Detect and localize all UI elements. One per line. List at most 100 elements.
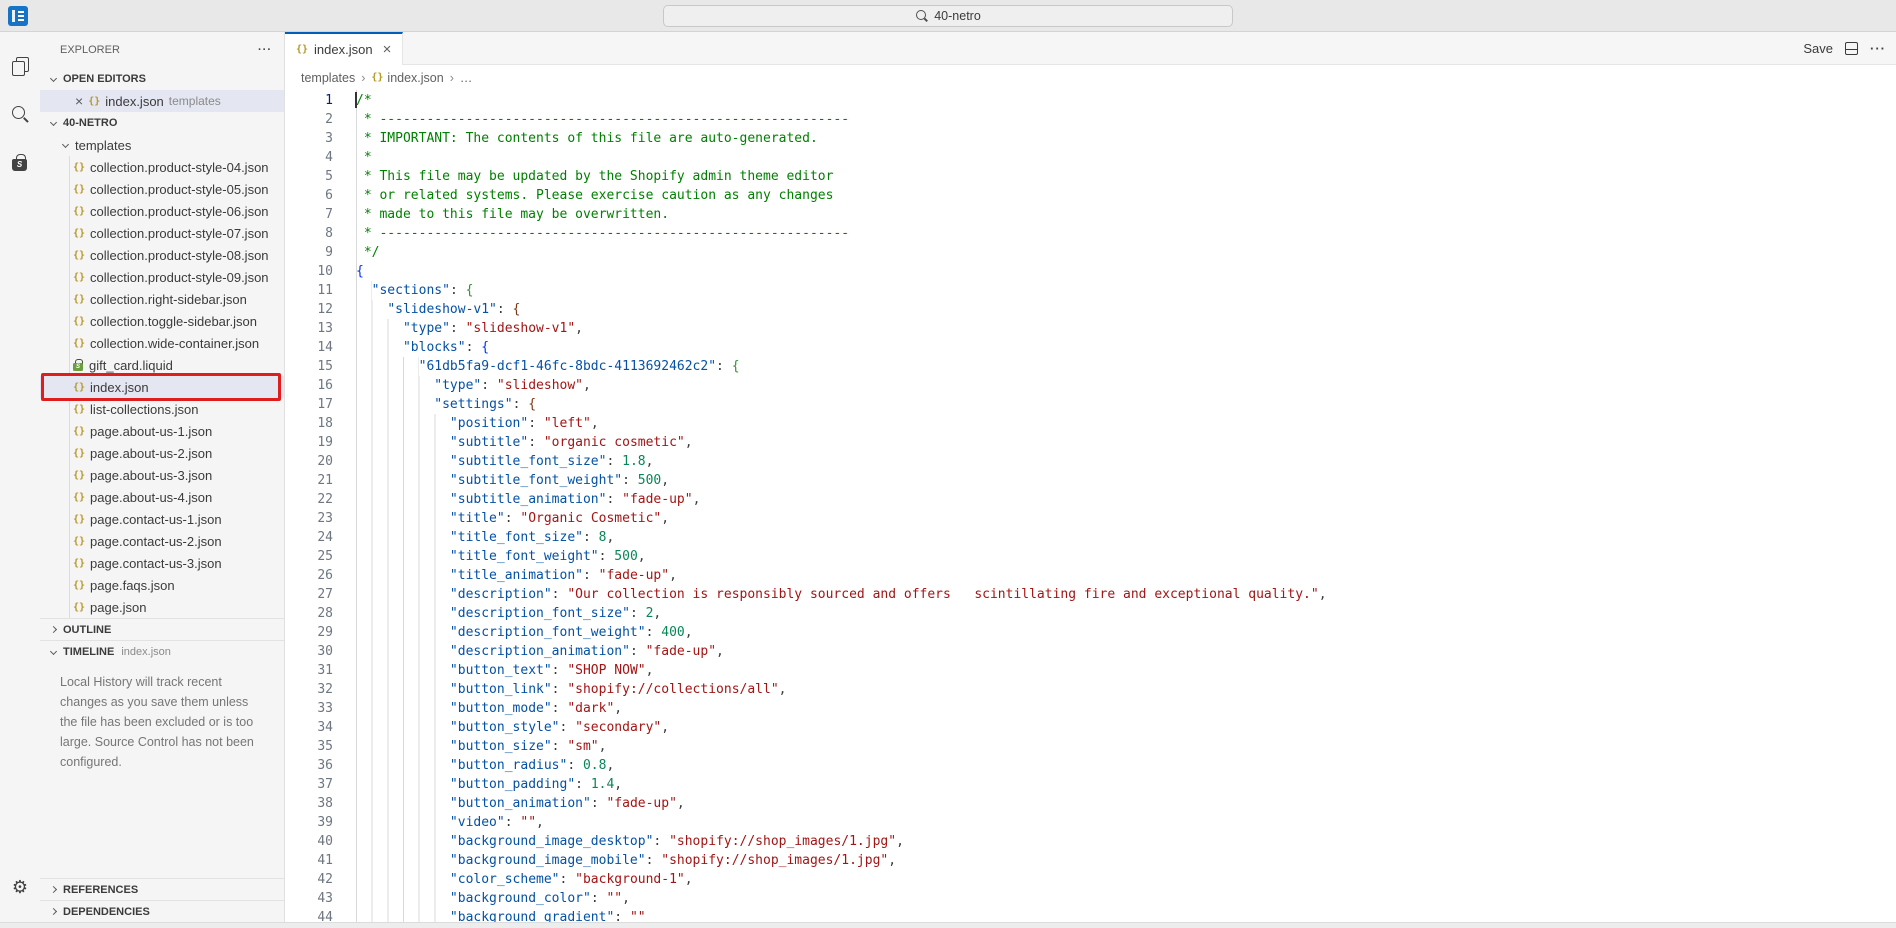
file-item-gift_card.liquid[interactable]: Sgift_card.liquid (40, 354, 284, 376)
line-number: 41 (285, 851, 333, 870)
code-line[interactable]: 18 "position": "left", (285, 414, 1896, 433)
search-view-button[interactable] (0, 90, 40, 138)
code-line[interactable]: 28 "description_font_size": 2, (285, 604, 1896, 623)
file-item-index.json[interactable]: {}index.json (40, 376, 284, 398)
timeline-header[interactable]: TIMELINE index.json (40, 640, 284, 662)
file-item-page.contact-us-3.json[interactable]: {}page.contact-us-3.json (40, 552, 284, 574)
file-item-page.about-us-3.json[interactable]: {}page.about-us-3.json (40, 464, 284, 486)
code-line[interactable]: 19 "subtitle": "organic cosmetic", (285, 433, 1896, 452)
code-line[interactable]: 10{ (285, 262, 1896, 281)
settings-button[interactable]: ⚙ (0, 864, 40, 912)
code-line[interactable]: 4 * (285, 148, 1896, 167)
code-line[interactable]: 42 "color_scheme": "background-1", (285, 870, 1896, 889)
code-line[interactable]: 13 "type": "slideshow-v1", (285, 319, 1896, 338)
json-file-icon: {} (73, 272, 85, 283)
explorer-more-actions-icon[interactable]: ··· (258, 44, 272, 56)
code-line[interactable]: 20 "subtitle_font_size": 1.8, (285, 452, 1896, 471)
folder-templates[interactable]: templates (40, 134, 284, 156)
explorer-view-button[interactable] (0, 42, 40, 90)
file-item-page.contact-us-1.json[interactable]: {}page.contact-us-1.json (40, 508, 284, 530)
code-line[interactable]: 34 "button_style": "secondary", (285, 718, 1896, 737)
code-line[interactable]: 22 "subtitle_animation": "fade-up", (285, 490, 1896, 509)
dependencies-header[interactable]: DEPENDENCIES (40, 900, 284, 922)
outline-header[interactable]: OUTLINE (40, 618, 284, 640)
file-item-page.about-us-4.json[interactable]: {}page.about-us-4.json (40, 486, 284, 508)
file-item-collection.product-style-05.json[interactable]: {}collection.product-style-05.json (40, 178, 284, 200)
code-line[interactable]: 29 "description_font_weight": 400, (285, 623, 1896, 642)
close-icon[interactable]: × (75, 94, 83, 108)
file-item-collection.right-sidebar.json[interactable]: {}collection.right-sidebar.json (40, 288, 284, 310)
code-line[interactable]: 26 "title_animation": "fade-up", (285, 566, 1896, 585)
app-logo-icon[interactable] (8, 6, 28, 26)
file-name: collection.product-style-05.json (90, 182, 268, 197)
file-item-collection.product-style-04.json[interactable]: {}collection.product-style-04.json (40, 156, 284, 178)
file-item-page.json[interactable]: {}page.json (40, 596, 284, 618)
code-line[interactable]: 21 "subtitle_font_weight": 500, (285, 471, 1896, 490)
line-number: 43 (285, 889, 333, 908)
code-line[interactable]: 6 * or related systems. Please exercise … (285, 186, 1896, 205)
code-editor[interactable]: 1/*2 * ---------------------------------… (285, 90, 1896, 922)
file-item-page.about-us-2.json[interactable]: {}page.about-us-2.json (40, 442, 284, 464)
editor-more-actions-icon[interactable]: ··· (1870, 41, 1886, 56)
breadcrumb-file[interactable]: {} index.json (371, 71, 443, 85)
tab-index-json[interactable]: {} index.json × (285, 32, 403, 65)
code-line[interactable]: 40 "background_image_desktop": "shopify:… (285, 832, 1896, 851)
code-line[interactable]: 31 "button_text": "SHOP NOW", (285, 661, 1896, 680)
code-line[interactable]: 38 "button_animation": "fade-up", (285, 794, 1896, 813)
file-item-collection.toggle-sidebar.json[interactable]: {}collection.toggle-sidebar.json (40, 310, 284, 332)
open-editor-item-index-json[interactable]: × {} index.json templates (40, 90, 284, 112)
file-item-collection.wide-container.json[interactable]: {}collection.wide-container.json (40, 332, 284, 354)
split-editor-icon[interactable] (1845, 42, 1858, 55)
code-line[interactable]: 23 "title": "Organic Cosmetic", (285, 509, 1896, 528)
code-line[interactable]: 17 "settings": { (285, 395, 1896, 414)
code-line[interactable]: 41 "background_image_mobile": "shopify:/… (285, 851, 1896, 870)
code-line[interactable]: 43 "background_color": "", (285, 889, 1896, 908)
vscode-window: 40-netro S ⚙ EXPLORER ··· OPEN EDITORS ×… (0, 0, 1896, 928)
file-item-page.contact-us-2.json[interactable]: {}page.contact-us-2.json (40, 530, 284, 552)
file-item-collection.product-style-09.json[interactable]: {}collection.product-style-09.json (40, 266, 284, 288)
code-line[interactable]: 39 "video": "", (285, 813, 1896, 832)
file-item-collection.product-style-06.json[interactable]: {}collection.product-style-06.json (40, 200, 284, 222)
open-editors-header[interactable]: OPEN EDITORS (40, 68, 284, 90)
file-item-page.faqs.json[interactable]: {}page.faqs.json (40, 574, 284, 596)
save-button[interactable]: Save (1803, 41, 1833, 56)
code-line[interactable]: 37 "button_padding": 1.4, (285, 775, 1896, 794)
code-line[interactable]: 8 * ------------------------------------… (285, 224, 1896, 243)
code-line[interactable]: 25 "title_font_weight": 500, (285, 547, 1896, 566)
file-item-page.about-us-1.json[interactable]: {}page.about-us-1.json (40, 420, 284, 442)
code-line[interactable]: 1/* (285, 91, 1896, 110)
chevron-down-icon (50, 647, 57, 654)
code-line[interactable]: 11 "sections": { (285, 281, 1896, 300)
file-item-collection.product-style-07.json[interactable]: {}collection.product-style-07.json (40, 222, 284, 244)
code-line[interactable]: 36 "button_radius": 0.8, (285, 756, 1896, 775)
code-line[interactable]: 5 * This file may be updated by the Shop… (285, 167, 1896, 186)
code-line[interactable]: 14 "blocks": { (285, 338, 1896, 357)
code-line[interactable]: 12 "slideshow-v1": { (285, 300, 1896, 319)
code-line[interactable]: 9 */ (285, 243, 1896, 262)
close-icon[interactable]: × (383, 42, 392, 57)
breadcrumb-folder[interactable]: templates (301, 71, 355, 85)
code-line[interactable]: 3 * IMPORTANT: The contents of this file… (285, 129, 1896, 148)
code-line[interactable]: 27 "description": "Our collection is res… (285, 585, 1896, 604)
code-line[interactable]: 33 "button_mode": "dark", (285, 699, 1896, 718)
line-number: 1 (285, 91, 333, 110)
references-header[interactable]: REFERENCES (40, 878, 284, 900)
code-line[interactable]: 30 "description_animation": "fade-up", (285, 642, 1896, 661)
code-line[interactable]: 32 "button_link": "shopify://collections… (285, 680, 1896, 699)
code-line[interactable]: 44 "background_gradient": "" (285, 908, 1896, 922)
breadcrumb-symbol-tail[interactable]: … (460, 71, 473, 85)
code-line[interactable]: 2 * ------------------------------------… (285, 110, 1896, 129)
line-number: 5 (285, 167, 333, 186)
line-number: 7 (285, 205, 333, 224)
project-root-header[interactable]: 40-NETRO (40, 112, 284, 134)
json-file-icon: {} (73, 602, 85, 613)
search-command-center[interactable]: 40-netro (663, 5, 1233, 27)
code-line[interactable]: 24 "title_font_size": 8, (285, 528, 1896, 547)
code-line[interactable]: 15 "61db5fa9-dcf1-46fc-8bdc-4113692462c2… (285, 357, 1896, 376)
file-item-collection.product-style-08.json[interactable]: {}collection.product-style-08.json (40, 244, 284, 266)
shopify-view-button[interactable]: S (0, 138, 40, 186)
code-line[interactable]: 35 "button_size": "sm", (285, 737, 1896, 756)
code-line[interactable]: 16 "type": "slideshow", (285, 376, 1896, 395)
code-line[interactable]: 7 * made to this file may be overwritten… (285, 205, 1896, 224)
file-item-list-collections.json[interactable]: {}list-collections.json (40, 398, 284, 420)
